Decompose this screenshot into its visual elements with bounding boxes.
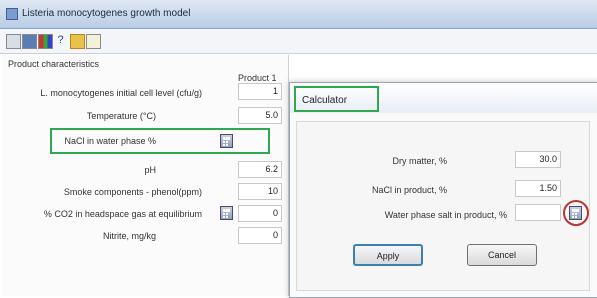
open-icon[interactable] xyxy=(6,34,21,49)
calculate-button[interactable] xyxy=(569,206,582,220)
temperature-input[interactable]: 5.0 xyxy=(238,107,282,124)
nacl-product-label: NaCl in product, % xyxy=(371,185,447,195)
help-icon[interactable]: ? xyxy=(54,34,67,47)
cancel-button[interactable]: Cancel xyxy=(467,244,537,266)
calculator-title-highlight: Calculator xyxy=(294,86,379,112)
row-label-ph: pH xyxy=(144,165,156,175)
row-label-temperature: Temperature (°C) xyxy=(86,111,156,121)
toolbar: ? xyxy=(0,29,597,54)
calculator-icon xyxy=(223,137,230,146)
dry-matter-label: Dry matter, % xyxy=(392,156,447,166)
nitrite-input[interactable]: 0 xyxy=(238,227,282,244)
water-phase-salt-output xyxy=(515,204,561,221)
co2-input[interactable]: 0 xyxy=(238,205,282,222)
palette-icon[interactable] xyxy=(38,34,53,49)
calculator-icon xyxy=(572,209,579,218)
dry-matter-input[interactable]: 30.0 xyxy=(515,151,561,168)
smoke-input[interactable]: 10 xyxy=(238,183,282,200)
save-icon[interactable] xyxy=(22,34,37,49)
document-icon[interactable] xyxy=(86,34,101,49)
window-title: Listeria monocytogenes growth model xyxy=(22,8,191,19)
calculator-icon xyxy=(223,209,230,218)
column-header-product-1: Product 1 xyxy=(238,73,277,83)
nacl-input[interactable] xyxy=(238,132,268,149)
calculator-title: Calculator xyxy=(302,95,348,106)
section-label: Product characteristics xyxy=(8,59,100,69)
apply-button[interactable]: Apply xyxy=(353,244,423,266)
app-icon xyxy=(6,8,18,20)
row-label-initial-level: L. monocytogenes initial cell level (cfu… xyxy=(40,88,202,98)
product-characteristics-panel: Product characteristics Product 1 L. mon… xyxy=(2,55,289,296)
folder-icon[interactable] xyxy=(70,34,85,49)
co2-calculator-button[interactable] xyxy=(220,206,233,220)
calculator-dialog: Calculator Dry matter, % 30.0 NaCl in pr… xyxy=(289,82,597,298)
row-label-nitrite: Nitrite, mg/kg xyxy=(102,231,156,241)
calculator-content: Dry matter, % 30.0 NaCl in product, % 1.… xyxy=(296,121,590,291)
row-label-co2: % CO2 in headspace gas at equilibrium xyxy=(43,209,202,219)
initial-level-input[interactable]: 1 xyxy=(238,83,282,100)
ph-input[interactable]: 6.2 xyxy=(238,161,282,178)
row-label-nacl: NaCl in water phase % xyxy=(64,136,156,146)
water-phase-salt-label: Water phase salt in product, % xyxy=(384,210,507,220)
row-label-smoke: Smoke components - phenol(ppm) xyxy=(63,187,202,197)
window-titlebar: Listeria monocytogenes growth model xyxy=(0,0,597,29)
nacl-product-input[interactable]: 1.50 xyxy=(515,180,561,197)
nacl-calculator-button[interactable] xyxy=(220,134,233,148)
